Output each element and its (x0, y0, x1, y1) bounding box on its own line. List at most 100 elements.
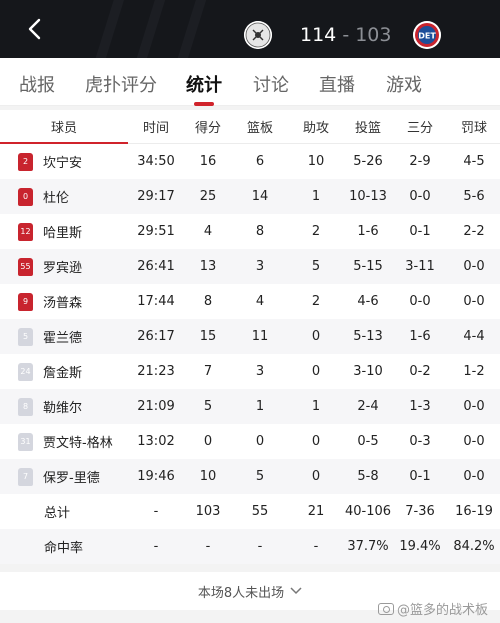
column-header-player[interactable]: 球员 (0, 110, 128, 143)
table-row[interactable]: 55 罗宾逊 26:41 13 3 5 5-15 3-11 0-0 (0, 249, 500, 284)
stat-points: 25 (199, 189, 217, 204)
stat-field-goals: 1-6 (357, 224, 379, 239)
tab-recap[interactable]: 战报 (19, 71, 55, 97)
tab-ratings[interactable]: 虎扑评分 (85, 71, 157, 97)
tab-games[interactable]: 游戏 (386, 71, 422, 97)
stat-minutes: 26:17 (137, 329, 175, 344)
table-row[interactable]: 0 杜伦 29:17 25 14 1 10-13 0-0 5-6 (0, 179, 500, 214)
stat-field-goals: 5-8 (357, 469, 379, 484)
stat-assists: 2 (311, 294, 321, 309)
active-tab-indicator (194, 102, 214, 106)
scoreline: 114 - 103 (300, 24, 391, 46)
table-row[interactable]: 7 保罗-里德 19:46 10 5 0 5-8 0-1 0-0 (0, 459, 500, 494)
player-cell[interactable]: 24 詹金斯 (0, 354, 128, 389)
player-cell[interactable]: 2 坎宁安 (0, 144, 128, 179)
home-team-logo[interactable] (244, 21, 272, 49)
tab-bar: 战报 虎扑评分 统计 讨论 直播 游戏 (0, 58, 500, 106)
column-header-rebounds[interactable]: 篮板 (232, 110, 288, 143)
stat-assists: 1 (311, 189, 321, 204)
table-row[interactable]: 31 贾文特-格林 13:02 0 0 0 0-5 0-3 0-0 (0, 424, 500, 459)
stat-field-goals: 5-26 (353, 154, 383, 169)
tab-live[interactable]: 直播 (319, 71, 355, 97)
jersey-icon: 5 (18, 327, 33, 346)
stat-minutes: 21:23 (137, 364, 175, 379)
column-header-assists[interactable]: 助攻 (288, 110, 344, 143)
player-rows: 2 坎宁安 34:50 16 6 10 5-26 2-9 4-5 0 杜伦 29:17 25 14 1 10-… (0, 144, 500, 494)
stat-rebounds: 0 (255, 434, 265, 449)
stat-assists: 0 (311, 329, 321, 344)
camera-icon (377, 602, 394, 615)
stat-points: 0 (203, 434, 213, 449)
column-header-field-goals[interactable]: 投篮 (344, 110, 392, 143)
player-cell[interactable]: 8 勒维尔 (0, 389, 128, 424)
stat-field-goals: 4-6 (357, 294, 379, 309)
percentage-row: 命中率 - - - - 37.7% 19.4% 84.2% (0, 529, 500, 564)
home-score: 114 (300, 24, 337, 46)
stat-minutes: 29:17 (137, 189, 175, 204)
player-name: 勒维尔 (43, 401, 83, 416)
stat-rebounds: 6 (255, 154, 265, 169)
stat-rebounds: 8 (255, 224, 265, 239)
table-row[interactable]: 2 坎宁安 34:50 16 6 10 5-26 2-9 4-5 (0, 144, 500, 179)
stat-field-goals: 3-10 (353, 364, 383, 379)
player-name: 詹金斯 (43, 366, 83, 381)
percentage-free-throws: 84.2% (453, 539, 495, 554)
player-cell[interactable]: 9 汤普森 (0, 284, 128, 319)
player-cell[interactable]: 31 贾文特-格林 (0, 424, 128, 459)
column-header-points[interactable]: 得分 (184, 110, 232, 143)
watermark-text: @篮多的战术板 (396, 603, 488, 618)
stat-minutes: 21:09 (137, 399, 175, 414)
stat-free-throws: 0-0 (463, 259, 485, 274)
stat-field-goals: 5-13 (353, 329, 383, 344)
stat-three-pointers: 1-3 (409, 399, 431, 414)
stat-rebounds: 1 (255, 399, 265, 414)
player-cell[interactable]: 0 杜伦 (0, 179, 128, 214)
table-row[interactable]: 8 勒维尔 21:09 5 1 1 2-4 1-3 0-0 (0, 389, 500, 424)
table-row[interactable]: 9 汤普森 17:44 8 4 2 4-6 0-0 0-0 (0, 284, 500, 319)
column-header-minutes[interactable]: 时间 (128, 110, 184, 143)
table-header-row: 球员 时间 得分 篮板 助攻 投篮 三分 罚球 (0, 110, 500, 144)
tab-stats[interactable]: 统计 (186, 71, 222, 97)
stat-points: 10 (199, 469, 217, 484)
percentage-points: - (205, 539, 211, 554)
stat-rebounds: 11 (251, 329, 269, 344)
table-row[interactable]: 24 詹金斯 21:23 7 3 0 3-10 0-2 1-2 (0, 354, 500, 389)
stat-three-pointers: 2-9 (409, 154, 431, 169)
player-name: 贾文特-格林 (43, 436, 113, 451)
stat-points: 4 (203, 224, 213, 239)
stat-three-pointers: 3-11 (405, 259, 435, 274)
stat-field-goals: 5-15 (353, 259, 383, 274)
watermark: @篮多的战术板 (377, 599, 488, 618)
back-arrow-icon[interactable] (22, 16, 48, 42)
svg-text:DET: DET (418, 32, 436, 41)
column-header-three-pointers[interactable]: 三分 (392, 110, 448, 143)
header-background-pattern: /// (90, 0, 214, 58)
stat-field-goals: 2-4 (357, 399, 379, 414)
table-row[interactable]: 12 哈里斯 29:51 4 8 2 1-6 0-1 2-2 (0, 214, 500, 249)
totals-field-goals: 40-106 (344, 504, 392, 519)
totals-three-pointers: 7-36 (405, 504, 435, 519)
away-team-logo[interactable]: DET (413, 21, 441, 49)
percentage-three-pointers: 19.4% (399, 539, 441, 554)
box-score-table: 球员 时间 得分 篮板 助攻 投篮 三分 罚球 2 坎宁安 34:50 16 6 10 5-… (0, 110, 500, 564)
stat-rebounds: 3 (255, 259, 265, 274)
player-cell[interactable]: 5 霍兰德 (0, 319, 128, 354)
stat-minutes: 34:50 (137, 154, 175, 169)
tab-discussion[interactable]: 讨论 (253, 71, 289, 97)
stat-free-throws: 0-0 (463, 399, 485, 414)
percentage-label: 命中率 (44, 541, 84, 556)
stat-free-throws: 4-4 (463, 329, 485, 344)
stat-free-throws: 0-0 (463, 434, 485, 449)
player-cell[interactable]: 55 罗宾逊 (0, 249, 128, 284)
stat-three-pointers: 0-2 (409, 364, 431, 379)
table-row[interactable]: 5 霍兰德 26:17 15 11 0 5-13 1-6 4-4 (0, 319, 500, 354)
player-name: 霍兰德 (43, 331, 83, 346)
totals-minutes: - (153, 504, 159, 519)
stat-assists: 5 (311, 259, 321, 274)
stat-assists: 2 (311, 224, 321, 239)
player-cell[interactable]: 12 哈里斯 (0, 214, 128, 249)
stat-rebounds: 4 (255, 294, 265, 309)
player-cell[interactable]: 7 保罗-里德 (0, 459, 128, 494)
stat-assists: 10 (307, 154, 325, 169)
column-header-free-throws[interactable]: 罚球 (448, 110, 500, 143)
